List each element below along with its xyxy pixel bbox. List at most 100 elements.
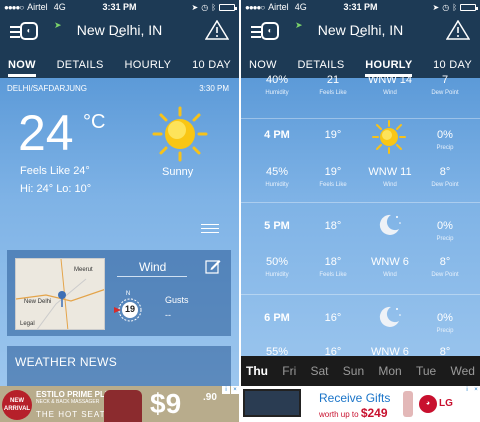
current-conditions: DELHI/SAFDARJUNG 3:30 PM 24 °C Feels Lik… <box>0 78 239 386</box>
wind-value: WNW 11 <box>368 166 412 178</box>
moon-icon <box>379 214 401 235</box>
dew-point-value: 8° <box>439 166 451 178</box>
condition-text: Sunny <box>162 166 194 178</box>
temperature-unit: °C <box>83 111 106 133</box>
bluetooth-icon: ᛒ <box>452 2 457 12</box>
ad-price: $9 <box>150 388 182 419</box>
precip-label: Precip <box>436 236 454 242</box>
ad-close-icon[interactable]: × <box>472 386 480 394</box>
day-thu[interactable]: Thu <box>246 356 268 386</box>
precip-value: 0% <box>437 312 453 324</box>
ad-choices[interactable]: i × <box>222 386 239 394</box>
bluetooth-icon: ᛒ <box>211 2 216 12</box>
wind-value: WNW 6 <box>371 256 409 268</box>
day-sun[interactable]: Sun <box>343 356 364 386</box>
ad-tagline: THE HOT SEAT <box>36 410 106 419</box>
wind-value: WNW 14 <box>368 74 412 86</box>
precip-label: Precip <box>436 328 454 334</box>
hour-temp: 19° <box>324 129 342 141</box>
hourly-screen: ●●●●○ Airtel 4G 3:31 PM ➤ ◷ ᛒ ◐ ➤ New De… <box>241 0 480 422</box>
hour-time: 6 PM <box>264 312 290 324</box>
humidity-value: 40% <box>265 74 289 86</box>
humidity-value: 50% <box>265 256 289 268</box>
dew-point-label: Dew Point <box>431 90 459 96</box>
moon-icon <box>379 306 401 327</box>
tab-now[interactable]: NOW <box>8 52 36 78</box>
alarm-icon: ◷ <box>201 2 209 12</box>
now-screen: ●●●●○ Airtel 4G 3:31 PM ➤ ◷ ᛒ ◐ ➤ New De… <box>0 0 239 422</box>
dew-point-label: Dew Point <box>431 272 459 278</box>
humidity-value: 45% <box>265 166 289 178</box>
chevron-down-icon[interactable]: ︶ <box>0 36 239 46</box>
battery-icon <box>219 3 237 11</box>
sun-icon <box>372 120 406 154</box>
ad-badge: NEW ARRIVAL <box>2 390 32 420</box>
feels-like-label: Feels Like <box>319 272 347 278</box>
sun-icon <box>152 106 208 162</box>
day-tue[interactable]: Tue <box>416 356 436 386</box>
ad-info-icon[interactable]: i <box>463 386 471 394</box>
edit-icon[interactable] <box>205 258 221 274</box>
svg-text:N: N <box>126 291 130 297</box>
precip-value: 0% <box>437 220 453 232</box>
feels-like-label: Feels Like <box>319 182 347 188</box>
banner-ad[interactable]: Receive Gifts worth up to $249 ◕ LG i × <box>241 386 480 422</box>
wind-map[interactable]: New Delhi Meerut Legal <box>15 258 105 330</box>
humidity-label: Humidity <box>265 272 289 278</box>
observation-time: 3:30 PM <box>199 84 229 93</box>
chevron-down-icon[interactable]: ︶ <box>241 36 480 46</box>
hour-temp: 18° <box>324 220 342 232</box>
map-label-new-delhi: New Delhi <box>24 299 52 305</box>
tab-hourly[interactable]: HOURLY <box>124 52 171 78</box>
feels-like: Feels Like 24° <box>20 165 90 177</box>
more-menu-icon[interactable] <box>201 224 219 236</box>
tab-bar: NOW DETAILS HOURLY 10 DAY <box>0 52 239 78</box>
alert-icon[interactable] <box>205 20 229 40</box>
day-wed[interactable]: Wed <box>450 356 474 386</box>
location-arrow-icon: ➤ <box>191 2 199 12</box>
ad-offer-text: worth up to <box>319 410 359 419</box>
dew-point-label: Dew Point <box>431 182 459 188</box>
precip-label: Precip <box>436 145 454 151</box>
feels-like-label: Feels Like <box>319 90 347 96</box>
massage-chair-image <box>104 390 142 422</box>
tab-10-day[interactable]: 10 DAY <box>192 52 231 78</box>
day-mon[interactable]: Mon <box>378 356 401 386</box>
ad-info-icon[interactable]: i <box>222 386 230 394</box>
banner-ad[interactable]: NEW ARRIVAL ESTILO PRIME PLUS NECK & BAC… <box>0 386 239 422</box>
dew-point-value: 8° <box>439 256 451 268</box>
status-icons: ➤ ◷ ᛒ <box>191 0 237 14</box>
ad-close-icon[interactable]: × <box>231 386 239 394</box>
hour-temp: 16° <box>324 312 342 324</box>
map-legal-label: Legal <box>20 321 35 327</box>
gusts-value: -- <box>165 310 171 320</box>
station-name: DELHI/SAFDARJUNG <box>7 84 88 93</box>
lg-logo-icon: ◕ <box>419 395 437 413</box>
status-bar: ●●●●○ Airtel 4G 3:31 PM ➤ ◷ ᛒ <box>0 0 239 14</box>
wind-compass: N 19 <box>113 288 143 324</box>
feels-like-value: 19° <box>324 166 342 178</box>
hour-row-4pm[interactable]: 4 PM 19° 0% Precip 45% Humidity 19° Feel… <box>241 120 480 214</box>
gusts-label: Gusts <box>165 295 189 305</box>
hourly-detail-row: 40% Humidity 21 Feels Like WNW 14 Wind 7… <box>241 74 480 108</box>
hour-time: 4 PM <box>264 129 290 141</box>
alert-icon[interactable] <box>446 20 470 40</box>
day-sat[interactable]: Sat <box>311 356 329 386</box>
hourly-list[interactable]: 40% Humidity 21 Feels Like WNW 14 Wind 7… <box>241 74 480 386</box>
app-header: ◐ ➤ New Delhi, IN ︶ <box>0 14 239 52</box>
hour-time: 5 PM <box>264 220 290 232</box>
ad-headline: Receive Gifts <box>319 391 391 405</box>
map-label-meerut: Meerut <box>74 267 93 273</box>
current-temperature: 24 <box>18 105 74 161</box>
ad-offer: worth up to $249 <box>319 406 388 420</box>
wind-label: Wind <box>383 90 397 96</box>
tab-details[interactable]: DETAILS <box>57 52 104 78</box>
precip-value: 0% <box>437 129 453 141</box>
wind-card[interactable]: New Delhi Meerut Legal Wind N 19 Gusts -… <box>7 250 231 336</box>
feels-like-value: 21 <box>326 74 340 86</box>
wind-speed: 19 <box>124 304 135 314</box>
weather-news-header[interactable]: WEATHER NEWS <box>7 346 231 386</box>
status-bar: ●●●●○ Airtel 4G 3:31 PM ➤ ◷ ᛒ <box>241 0 480 14</box>
ad-choices[interactable]: i × <box>463 386 480 394</box>
day-fri[interactable]: Fri <box>282 356 296 386</box>
